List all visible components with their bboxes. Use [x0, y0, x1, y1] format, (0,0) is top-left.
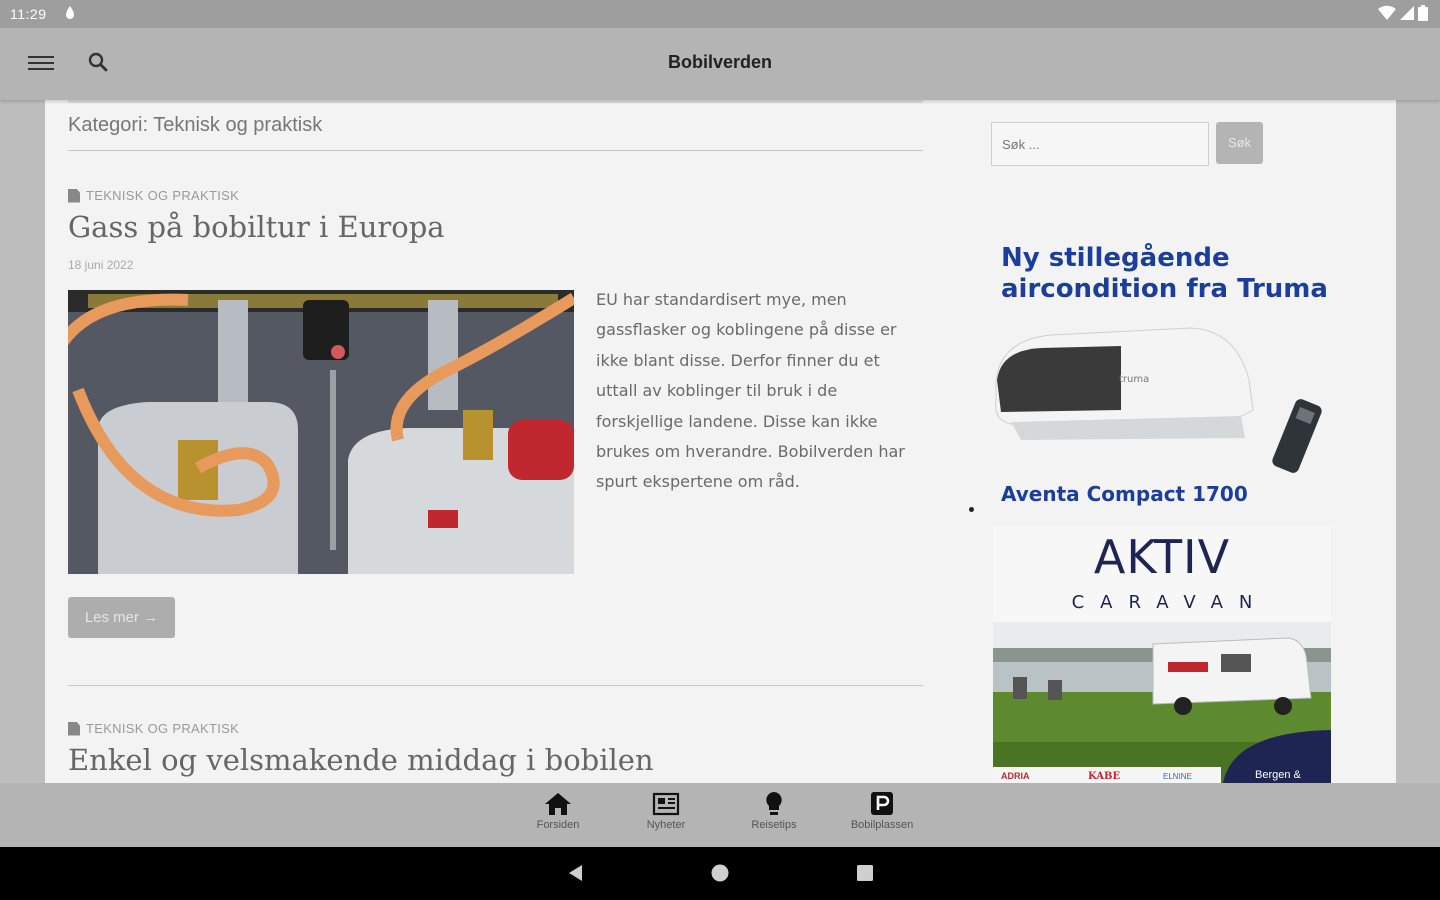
- wifi-icon: [1378, 5, 1396, 21]
- system-icons: [1378, 5, 1428, 21]
- divider: [68, 150, 923, 151]
- bottom-navigation: Forsiden Nyheter Reisetips Bobilplassen: [0, 783, 1440, 847]
- divider: [68, 685, 923, 686]
- elnine-logo: ELNINE: [1163, 772, 1192, 781]
- web-content: Kategori: Teknisk og praktisk TEKNISK OG…: [45, 100, 1396, 783]
- post-title-link[interactable]: Gass på bobiltur i Europa: [68, 210, 445, 244]
- recents-icon[interactable]: [855, 863, 875, 887]
- nav-label: Reisetips: [751, 819, 797, 831]
- home-circle-icon[interactable]: [710, 863, 730, 887]
- post-title-link[interactable]: Enkel og velsmakende middag i bobilen: [68, 743, 654, 777]
- document-icon: [68, 188, 80, 203]
- post-date: 18 juni 2022: [68, 258, 134, 272]
- air-conditioner-image: truma: [995, 327, 1322, 473]
- sidebar-search-input[interactable]: [991, 122, 1209, 166]
- battery-icon: [1418, 5, 1428, 21]
- ad-headline: Ny stillegående aircondition fra Truma: [1001, 243, 1328, 305]
- status-time: 11:29: [10, 6, 47, 22]
- nav-item-forsiden[interactable]: Forsiden: [513, 791, 603, 831]
- sidebar-search-button[interactable]: Søk: [1216, 122, 1263, 164]
- newspaper-icon: [652, 792, 680, 816]
- status-bar: 11:29: [0, 0, 1440, 28]
- system-navigation-bar: [0, 847, 1440, 900]
- post-featured-image[interactable]: [68, 290, 574, 574]
- aktiv-subtitle: CARAVAN: [1071, 592, 1269, 613]
- post-category: TEKNISK OG PRAKTISK: [86, 721, 240, 736]
- ad-headline-line1: Ny stillegående: [1001, 243, 1230, 273]
- nav-label: Nyheter: [646, 819, 686, 831]
- gas-bottles-illustration: [68, 290, 574, 574]
- ad-product-name: Aventa Compact 1700: [1001, 482, 1248, 506]
- motorhome-lake-image: Bergen & ADRIA KABE ELNINE: [993, 622, 1331, 783]
- nav-item-reisetips[interactable]: Reisetips: [729, 791, 819, 831]
- post-category: TEKNISK OG PRAKTISK: [86, 188, 240, 203]
- divider: [68, 100, 923, 103]
- nav-item-bobilplassen[interactable]: Bobilplassen: [837, 791, 927, 831]
- notification-icon: [64, 5, 76, 25]
- app-title: Bobilverden: [667, 52, 773, 72]
- read-more-button[interactable]: Les mer →: [68, 597, 175, 638]
- post-excerpt: EU har standardisert mye, men gassflaske…: [596, 290, 905, 492]
- nav-label: Forsiden: [536, 819, 580, 831]
- truma-unit-label: truma: [1119, 374, 1149, 385]
- home-icon: [545, 793, 571, 815]
- page-title: Kategori: Teknisk og praktisk: [68, 114, 323, 136]
- back-icon[interactable]: [566, 863, 586, 887]
- document-icon: [68, 721, 80, 736]
- post-category-link[interactable]: TEKNISK OG PRAKTISK: [68, 188, 239, 203]
- lightbulb-icon: [766, 792, 782, 815]
- adria-logo: ADRIA: [1001, 771, 1030, 781]
- aktiv-badge: Bergen &: [1255, 769, 1302, 781]
- post-category-link[interactable]: TEKNISK OG PRAKTISK: [68, 721, 239, 736]
- aktiv-caravan-ad-banner[interactable]: AKTIV CARAVAN Bergen & ADRIA KABE ELNINE: [993, 526, 1331, 783]
- carousel-dot[interactable]: [969, 507, 974, 512]
- ad-headline-line2: aircondition fra Truma: [1001, 274, 1328, 304]
- nav-item-nyheter[interactable]: Nyheter: [621, 791, 711, 831]
- parking-icon: [871, 792, 893, 815]
- nav-label: Bobilplassen: [850, 819, 914, 831]
- truma-ad-banner[interactable]: Ny stillegående aircondition fra Truma t…: [991, 238, 1336, 510]
- aktiv-brand: AKTIV: [1093, 530, 1231, 584]
- kabe-logo: KABE: [1088, 771, 1120, 782]
- signal-icon: [1400, 6, 1414, 20]
- app-bar: Bobilverden: [0, 28, 1440, 100]
